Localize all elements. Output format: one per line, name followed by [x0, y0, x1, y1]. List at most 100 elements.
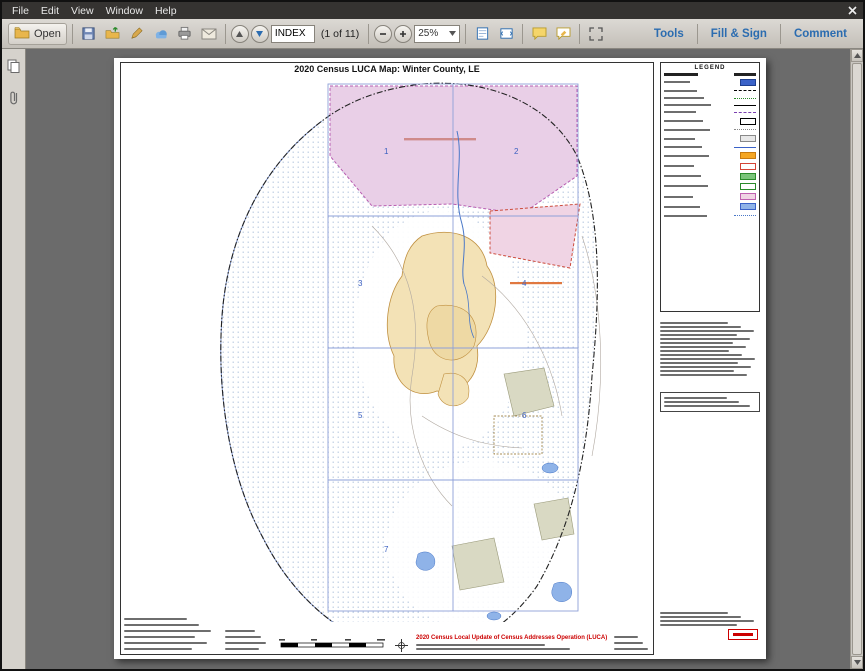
legend-row: [664, 163, 756, 170]
legend-symbol: [734, 129, 756, 130]
scroll-down-arrow-icon[interactable]: [851, 656, 863, 669]
toolbar-separator: [522, 24, 523, 44]
entity-count-box: [660, 392, 760, 412]
map-title: 2020 Census LUCA Map: Winter County, LE: [121, 64, 653, 74]
sheet-info-block: [660, 610, 760, 640]
north-indicator-icon: [395, 639, 408, 652]
legend-panel: LEGEND: [660, 62, 760, 312]
zoom-dropdown-caret-icon: [449, 28, 456, 39]
scale-bar: [277, 637, 387, 652]
footer-notes-left: [124, 616, 217, 652]
page-number-input[interactable]: [271, 25, 315, 43]
legend-symbol: [734, 105, 756, 106]
toolbar-separator: [368, 24, 369, 44]
zoom-level-value: 25%: [418, 28, 438, 39]
sheet-number: 3: [358, 279, 363, 288]
menu-edit[interactable]: Edit: [35, 4, 65, 18]
content-area: 2020 Census LUCA Map: Winter County, LE: [2, 49, 863, 669]
navigation-pane-rail: [2, 49, 26, 669]
footer-operation-subtext: [416, 642, 606, 652]
menu-bar: File Edit View Window Help: [2, 2, 863, 19]
vertical-scrollbar: [850, 49, 863, 669]
tools-tab[interactable]: Tools: [644, 28, 694, 40]
fit-width-icon[interactable]: [471, 23, 493, 45]
upload-icon[interactable]: [102, 23, 124, 45]
cloud-share-icon[interactable]: [150, 23, 172, 45]
open-button[interactable]: Open: [8, 23, 67, 45]
census-map: 1 2 3 4 5 6 7: [122, 76, 652, 622]
sheet-number: 2: [514, 147, 519, 156]
legend-symbol: [734, 98, 756, 99]
legend-symbol: [734, 215, 756, 216]
fullscreen-icon[interactable]: [585, 23, 607, 45]
toolbar-separator: [465, 24, 466, 44]
sheet-number: 1: [384, 147, 389, 156]
legend-symbol: [740, 79, 756, 86]
save-icon[interactable]: [78, 23, 100, 45]
toolbar-separator: [697, 24, 698, 44]
zoom-out-button[interactable]: [374, 25, 392, 43]
pdf-page: 2020 Census LUCA Map: Winter County, LE: [114, 58, 766, 659]
menu-help[interactable]: Help: [149, 4, 183, 18]
legend-row: [664, 135, 756, 142]
sheet-number: 5: [358, 411, 363, 420]
legend-row: [664, 193, 756, 200]
legend-row: [664, 145, 756, 149]
scrollbar-thumb[interactable]: [852, 63, 862, 655]
legend-symbol: [734, 90, 756, 91]
task-panes: Tools Fill & Sign Comment: [644, 19, 857, 48]
legend-symbol: [740, 163, 756, 170]
toolbar-separator: [72, 24, 73, 44]
open-button-label: Open: [34, 28, 61, 40]
footer-notes-mid: [225, 628, 270, 652]
legend-symbol: [734, 147, 756, 148]
toolbar-separator: [579, 24, 580, 44]
menu-view[interactable]: View: [65, 4, 100, 18]
sheet-number: 7: [384, 545, 389, 554]
fit-page-icon[interactable]: [495, 23, 517, 45]
attachments-icon[interactable]: [8, 90, 20, 111]
previous-page-button[interactable]: [231, 25, 249, 43]
legend-row: [664, 103, 756, 107]
map-footer: 2020 Census Local Update of Census Addre…: [124, 620, 650, 652]
highlight-comment-icon[interactable]: [552, 23, 574, 45]
zoom-level-select[interactable]: 25%: [414, 25, 460, 43]
legend-symbol: [740, 135, 756, 142]
legend-row: [664, 173, 756, 180]
email-icon[interactable]: [198, 23, 220, 45]
next-page-button[interactable]: [251, 25, 269, 43]
toolbar: Open (1 of 11): [2, 19, 863, 49]
scroll-up-arrow-icon[interactable]: [851, 49, 863, 62]
close-icon[interactable]: [845, 4, 859, 17]
toolbar-separator: [225, 24, 226, 44]
page-thumbnails-icon[interactable]: [7, 59, 21, 78]
legend-symbol: [740, 118, 756, 125]
open-folder-icon: [14, 26, 30, 42]
legend-row: [664, 96, 756, 100]
edit-icon[interactable]: [126, 23, 148, 45]
legend-column-headers: [664, 73, 756, 76]
toolbar-separator: [780, 24, 781, 44]
comment-tab[interactable]: Comment: [784, 28, 857, 40]
legend-row: [664, 214, 756, 218]
legend-row: [664, 89, 756, 93]
fill-sign-tab[interactable]: Fill & Sign: [701, 28, 777, 40]
sheet-number: 6: [522, 411, 527, 420]
legend-row: [664, 118, 756, 125]
legend-symbol: [734, 112, 756, 113]
legend-symbol: [740, 193, 756, 200]
map-frame: 2020 Census LUCA Map: Winter County, LE: [120, 62, 654, 655]
sheet-number: 4: [522, 279, 527, 288]
page-count-label: (1 of 11): [317, 28, 363, 40]
menu-file[interactable]: File: [6, 4, 35, 18]
legend-rows: [664, 79, 756, 218]
zoom-in-button[interactable]: [394, 25, 412, 43]
print-icon[interactable]: [174, 23, 196, 45]
document-pane: 2020 Census LUCA Map: Winter County, LE: [26, 49, 850, 669]
census-bureau-logo: [728, 629, 758, 640]
sticky-note-icon[interactable]: [528, 23, 550, 45]
luca-title-text: 2020 Census Local Update of Census Addre…: [416, 635, 606, 642]
legend-row: [664, 183, 756, 190]
footer-notes-right: [614, 634, 650, 652]
menu-window[interactable]: Window: [100, 4, 149, 18]
